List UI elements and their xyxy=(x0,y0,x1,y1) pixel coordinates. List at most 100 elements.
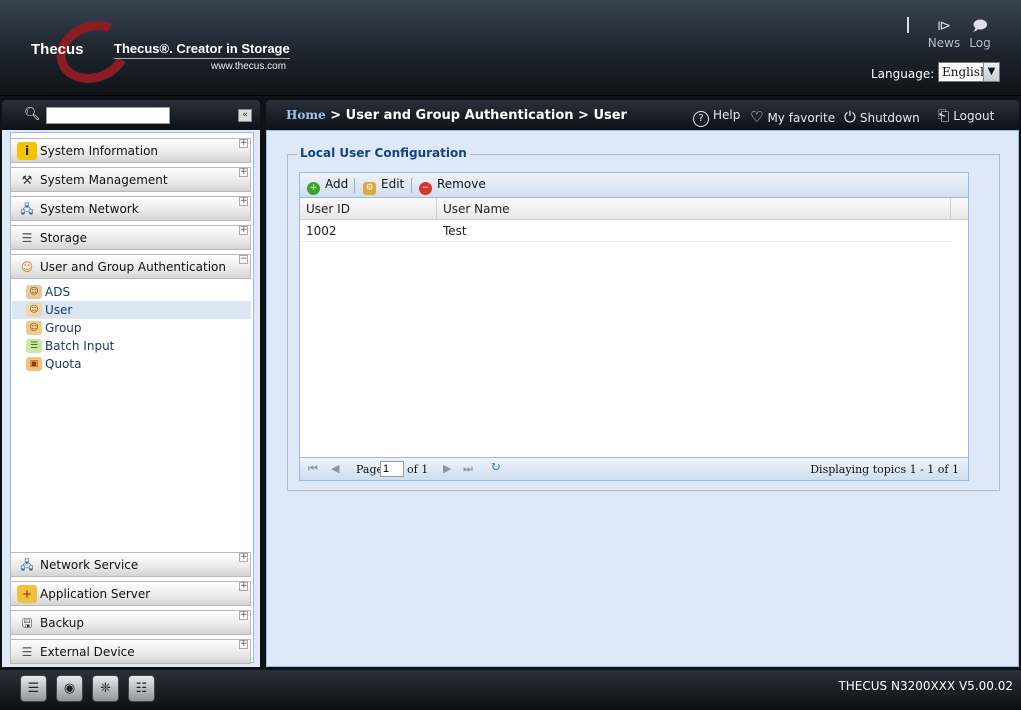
disk-status-icon[interactable]: ◉ xyxy=(56,675,83,702)
search-icon[interactable]: 🔍︎ xyxy=(24,107,41,122)
sidebar-item-system-network[interactable]: 🖧︎ System Network + xyxy=(10,196,251,221)
collapse-icon[interactable]: − xyxy=(239,255,248,264)
language-label: Language: xyxy=(871,67,935,81)
remove-icon: − xyxy=(419,182,432,195)
refresh-icon[interactable]: ↻ xyxy=(490,460,501,475)
grid-toolbar: + Add ⚙ Edit − Remove xyxy=(300,173,968,198)
my-favorite-label: My favorite xyxy=(767,111,836,125)
breadcrumb-home-link[interactable]: Home xyxy=(286,108,326,122)
page-count-label: of 1 xyxy=(407,463,429,476)
add-icon: + xyxy=(307,182,320,195)
external-device-icon: ☰ xyxy=(21,645,33,659)
server-status-icon[interactable]: ☰ xyxy=(20,675,47,702)
tree-item-quota[interactable]: ▣ Quota xyxy=(12,355,251,373)
sidebar-item-label: System Management xyxy=(40,173,168,187)
sidebar-item-application-server[interactable]: + Application Server + xyxy=(10,581,251,606)
logout-icon: ⎗ xyxy=(938,108,950,124)
sidebar-item-backup[interactable]: 🖫︎ Backup + xyxy=(10,610,251,635)
expand-icon[interactable]: + xyxy=(239,168,248,177)
page-number-input[interactable] xyxy=(380,461,404,477)
local-user-configuration-fieldset: Local User Configuration + Add ⚙ Edit − Rem… xyxy=(287,146,1000,491)
logo-brand: Thecus xyxy=(31,41,84,58)
column-header-user-name[interactable]: User Name xyxy=(437,198,951,220)
power-icon: ⏻ xyxy=(844,108,856,126)
tree-item-batch-input[interactable]: ☰ Batch Input xyxy=(12,337,251,355)
cell-user-name: Test xyxy=(443,224,467,238)
table-row[interactable]: 1002 Test xyxy=(300,221,951,242)
logo-divider xyxy=(114,58,290,59)
tree-item-group[interactable]: ☺ Group xyxy=(12,319,251,337)
next-page-icon[interactable]: ▶ xyxy=(443,462,451,475)
user-icon: ☺ xyxy=(26,303,42,317)
expand-icon[interactable]: + xyxy=(239,553,248,562)
expand-icon[interactable]: + xyxy=(239,197,248,206)
sidebar-item-label: Application Server xyxy=(40,587,151,601)
language-select[interactable]: English ▼ xyxy=(938,62,1000,82)
user-grid: + Add ⚙ Edit − Remove User ID User Name 100… xyxy=(299,172,969,481)
fan-status-icon[interactable]: ❈ xyxy=(92,675,119,702)
toolbar-separator xyxy=(354,178,355,193)
speech-bubble-icon: 🗩 xyxy=(972,18,988,34)
help-button[interactable]: ? Help xyxy=(693,108,740,127)
expand-icon[interactable]: + xyxy=(239,139,248,148)
quota-icon: ▣ xyxy=(26,357,42,371)
tree-item-user[interactable]: ☺ User xyxy=(12,301,251,319)
backup-icon: 🖫︎ xyxy=(21,616,33,630)
last-page-icon[interactable]: ⏭ xyxy=(463,462,473,476)
language-value: English xyxy=(942,65,988,79)
tree-item-ads[interactable]: ☺ ADS xyxy=(12,283,251,301)
add-label: Add xyxy=(325,177,349,191)
news-button[interactable]: ⧐ News xyxy=(924,18,964,50)
add-button[interactable]: + Add xyxy=(307,177,348,195)
breadcrumb: Home > User and Group Authentication > U… xyxy=(286,108,627,123)
logo-tagline: Thecus®. Creator in Storage xyxy=(114,41,290,56)
sidebar-item-label: Storage xyxy=(40,231,87,245)
help-label: Help xyxy=(713,108,741,122)
sidebar-search-bar: 🔍︎ « xyxy=(2,100,260,130)
tree-item-label: Batch Input xyxy=(45,339,115,353)
edit-button[interactable]: ⚙ Edit xyxy=(363,177,404,195)
sidebar-item-external-device[interactable]: ☰ External Device + xyxy=(10,639,251,664)
expand-icon[interactable]: + xyxy=(239,640,248,649)
logout-label: Logout xyxy=(953,109,995,123)
batch-input-icon: ☰ xyxy=(26,339,42,353)
expand-icon[interactable]: + xyxy=(239,582,248,591)
heart-icon: ♡ xyxy=(750,108,764,126)
sidebar-item-label: Network Service xyxy=(40,558,139,572)
collapse-sidebar-button[interactable]: « xyxy=(238,109,252,122)
storage-icon: ☰ xyxy=(21,231,33,245)
previous-page-icon[interactable]: ◀ xyxy=(331,462,339,475)
search-input[interactable] xyxy=(46,107,170,124)
firmware-version: THECUS N3200XXX V5.00.02 xyxy=(838,679,1013,693)
expand-icon[interactable]: + xyxy=(239,611,248,620)
logo-url: www.thecus.com xyxy=(211,61,287,72)
sidebar-item-user-and-group-authentication[interactable]: ☺ User and Group Authentication − xyxy=(10,254,251,279)
rss-icon: ⧐ xyxy=(937,18,951,34)
grid-header: User ID User Name xyxy=(300,198,968,220)
tree-item-label: Quota xyxy=(45,357,82,371)
logout-button[interactable]: ⎗ Logout xyxy=(938,108,994,124)
toolbar-separator xyxy=(411,178,412,193)
sidebar-item-system-management[interactable]: ⚒ System Management + xyxy=(10,167,251,192)
my-favorite-button[interactable]: ♡ My favorite xyxy=(750,108,835,126)
column-header-user-id[interactable]: User ID xyxy=(300,198,437,220)
shutdown-button[interactable]: ⏻ Shutdown xyxy=(844,108,920,126)
shutdown-label: Shutdown xyxy=(859,111,920,125)
sidebar-item-network-service[interactable]: 🖧︎ Network Service + xyxy=(10,552,251,577)
sidebar-item-storage[interactable]: ☰ Storage + xyxy=(10,225,251,250)
sidebar-item-system-information[interactable]: i System Information + xyxy=(10,138,251,163)
sidebar-item-label: User and Group Authentication xyxy=(40,260,226,274)
chevron-down-icon[interactable]: ▼ xyxy=(983,63,999,81)
network-status-icon[interactable]: ☷ xyxy=(128,675,155,702)
first-page-icon[interactable]: ⏮ xyxy=(308,462,318,476)
news-label: News xyxy=(927,36,961,50)
thecus-logo: Thecus Thecus®. Creator in Storage www.t… xyxy=(22,11,312,93)
sidebar-item-label: Backup xyxy=(40,616,84,630)
log-label: Log xyxy=(969,36,991,50)
group-icon: ☺ xyxy=(26,321,42,335)
remove-button[interactable]: − Remove xyxy=(419,177,486,195)
fieldset-legend: Local User Configuration xyxy=(297,146,470,160)
log-button[interactable]: 🗩 Log xyxy=(960,18,1000,50)
main-toolbar: Home > User and Group Authentication > U… xyxy=(266,100,1019,130)
expand-icon[interactable]: + xyxy=(239,226,248,235)
